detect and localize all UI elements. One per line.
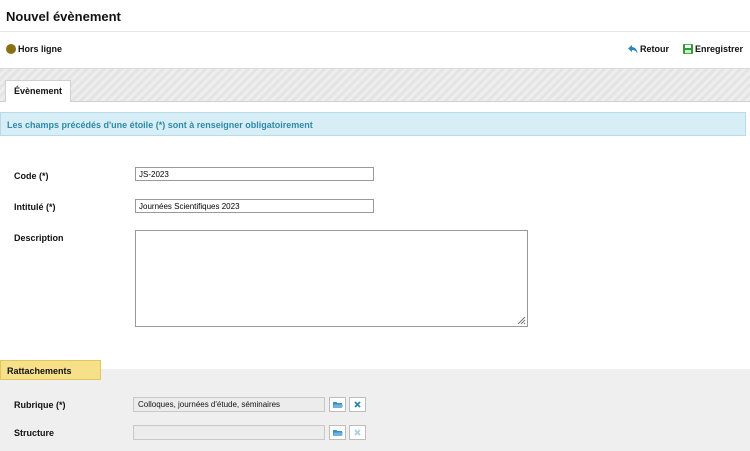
structure-browse-button[interactable] [329,425,346,440]
rubrique-field: Colloques, journées d'étude, séminaires [133,397,325,412]
intitule-input[interactable] [135,199,374,213]
rubrique-label: Rubrique (*) [14,400,66,410]
folder-open-icon [332,429,343,436]
resize-grip-icon[interactable] [517,316,526,325]
tab-bar: Évènement [0,69,750,102]
structure-clear-button[interactable] [349,425,366,440]
title-bar: Nouvel évènement [0,0,750,32]
close-icon [354,429,361,436]
rubrique-browse-button[interactable] [329,397,346,412]
back-button[interactable]: Retour [628,44,669,54]
save-button[interactable]: Enregistrer [683,44,743,54]
rubrique-clear-button[interactable] [349,397,366,412]
structure-field [133,425,325,440]
save-label: Enregistrer [695,44,744,54]
info-message: Les champs précédés d'une étoile (*) son… [0,112,746,136]
status-label: Hors ligne [18,44,63,54]
back-label: Retour [640,44,669,54]
page-title: Nouvel évènement [6,9,121,24]
code-label: Code (*) [14,171,49,181]
arrow-back-icon [628,44,638,53]
status-dot-icon [6,44,16,54]
tab-evenement[interactable]: Évènement [5,80,72,102]
structure-label: Structure [14,428,55,438]
intitule-label: Intitulé (*) [14,202,56,212]
connection-status: Hors ligne [6,44,62,54]
rattachements-title: Rattachements [0,360,101,380]
description-textarea[interactable] [135,230,528,327]
code-input[interactable] [135,167,374,181]
close-icon [354,401,361,408]
floppy-disk-icon [683,44,693,54]
toolbar: Hors ligne Retour Enregistrer [0,32,750,69]
rattachements-section [0,369,750,451]
description-label: Description [14,233,64,243]
folder-open-icon [332,401,343,408]
